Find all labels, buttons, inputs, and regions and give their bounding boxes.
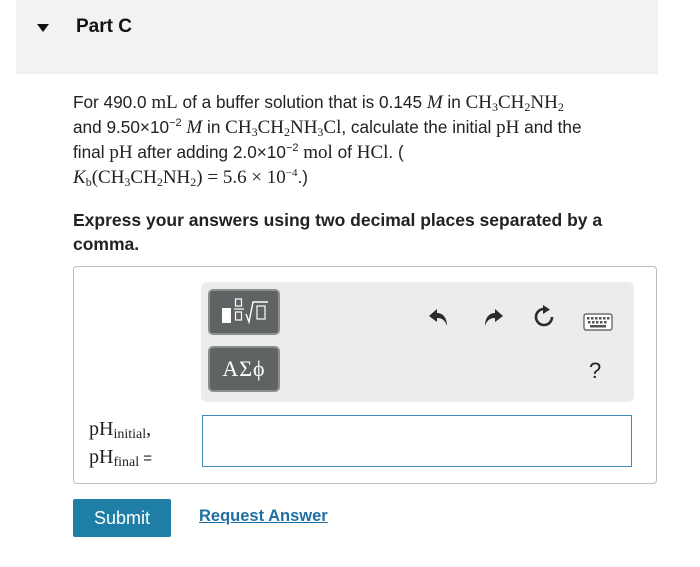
reset-icon[interactable] [532,305,556,329]
templates-button[interactable] [208,289,280,335]
undo-icon[interactable] [428,306,450,328]
help-icon[interactable]: ? [589,358,601,384]
answer-label: pHinitial, pHfinal = [89,418,153,470]
formula-ethylammonium-chloride: CH3CH2NH3Cl [225,117,342,139]
collapse-caret-icon[interactable] [37,24,49,32]
keyboard-icon[interactable] [583,313,613,331]
request-answer-link[interactable]: Request Answer [199,507,328,526]
redo-icon[interactable] [482,306,504,328]
submit-button[interactable]: Submit [73,499,171,537]
answer-input[interactable] [202,415,632,467]
symbols-button[interactable]: ΑΣϕ [208,346,280,392]
instruction-text: Express your answers using two decimal p… [73,210,603,254]
formula-ethylamine: CH3CH2NH2 [465,92,564,114]
question-text: For 490.0 mL of a buffer solution that i… [73,92,582,189]
part-title: Part C [76,16,132,37]
kb-expression: Kb(CH3CH2NH2) = 5.6 × 10−4 [73,167,298,189]
templates-icon [222,298,268,325]
